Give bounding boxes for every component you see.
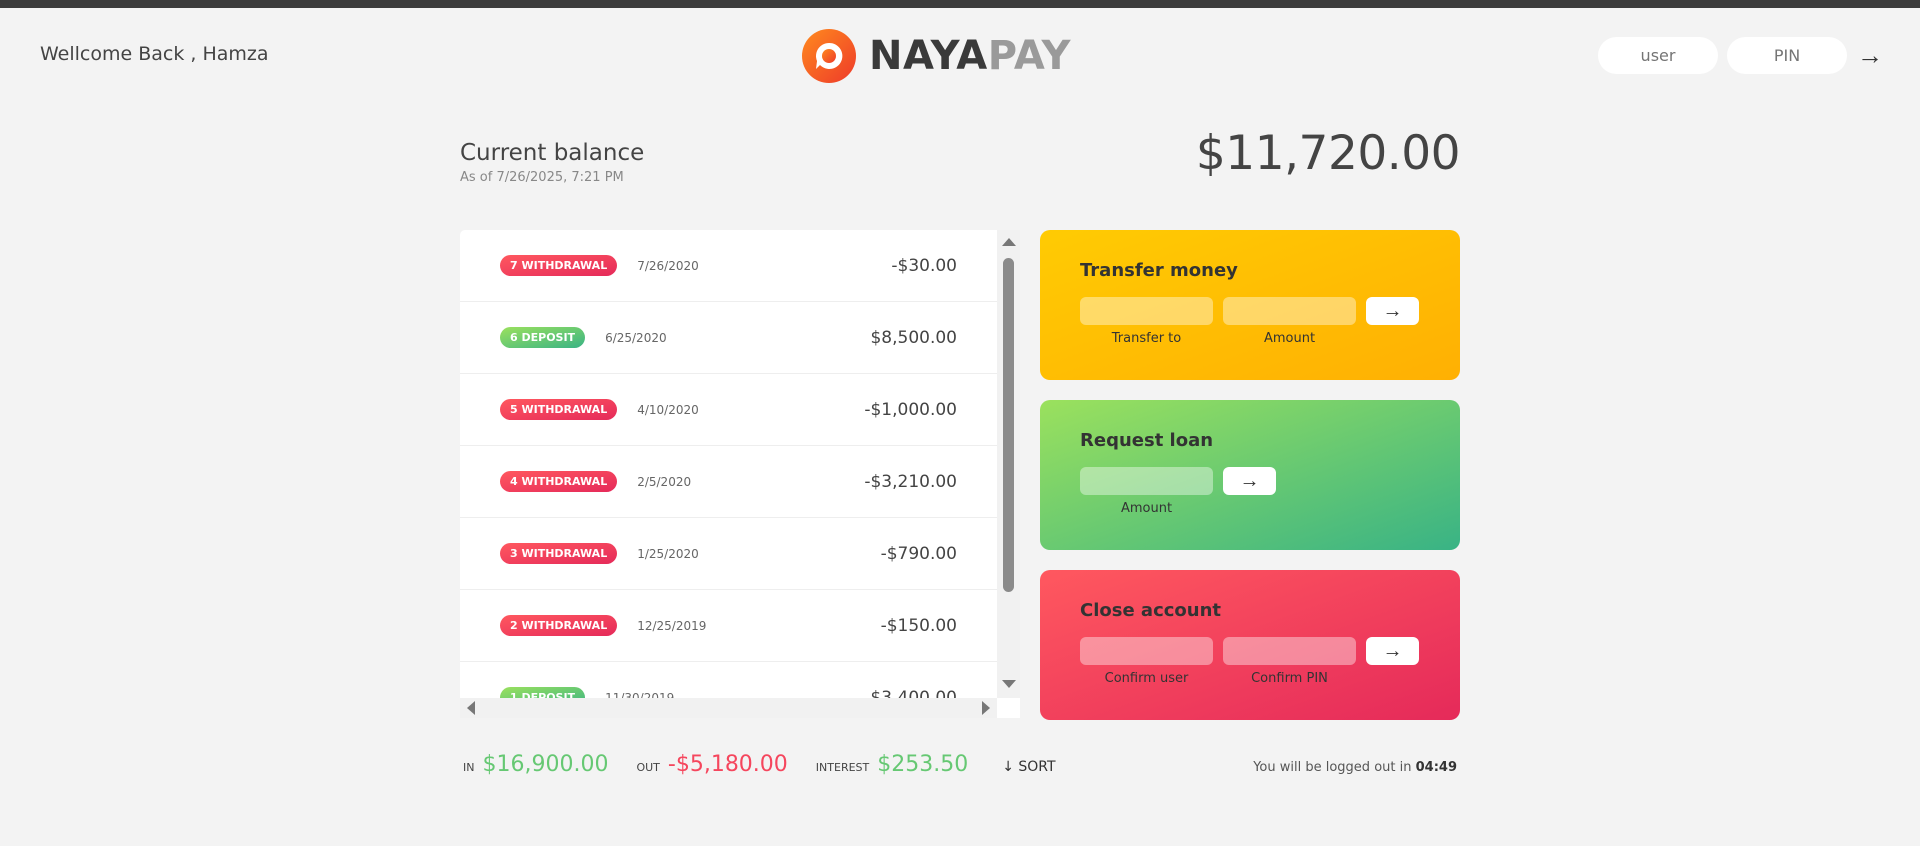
logout-text: You will be logged out in xyxy=(1253,760,1412,775)
movement-date: 4/10/2020 xyxy=(637,402,699,417)
balance-value: $11,720.00 xyxy=(1195,126,1461,181)
welcome-message: Wellcome Back , Hamza xyxy=(40,43,269,65)
logout-countdown: 04:49 xyxy=(1415,760,1457,775)
transfer-card: Transfer money Transfer to Amount → xyxy=(1040,230,1460,380)
transfer-amount-label: Amount xyxy=(1263,331,1316,346)
movement-type-badge: 5 WITHDRAWAL xyxy=(500,399,618,420)
movement-type-badge: 2 WITHDRAWAL xyxy=(500,615,618,636)
horizontal-scrollbar[interactable] xyxy=(460,698,997,718)
login-button[interactable]: → xyxy=(1857,38,1883,72)
close-pin-label: Confirm PIN xyxy=(1251,671,1328,686)
transfer-to-label: Transfer to xyxy=(1111,331,1182,346)
balance-label: Current balance xyxy=(460,140,645,166)
loan-form: Amount → xyxy=(1080,467,1420,516)
movement-date: 6/25/2020 xyxy=(605,330,667,345)
movement-value: -$1,000.00 xyxy=(864,399,957,420)
summary: In $16,900.00 Out -$5,180.00 Interest $2… xyxy=(463,752,1056,777)
loan-card: Request loan Amount → xyxy=(1040,400,1460,550)
transfer-form: Transfer to Amount → xyxy=(1080,297,1420,346)
movement-type-badge: 7 WITHDRAWAL xyxy=(500,255,618,276)
movement-type-badge: 3 WITHDRAWAL xyxy=(500,543,618,564)
scroll-right-arrow-icon[interactable] xyxy=(982,701,990,715)
logo: NAYAPAY xyxy=(801,28,1071,84)
close-form: Confirm user Confirm PIN → xyxy=(1080,637,1420,686)
movement-value: $8,500.00 xyxy=(870,327,957,348)
login-user-input[interactable] xyxy=(1598,37,1718,74)
movement-value: -$150.00 xyxy=(880,615,957,636)
close-card: Close account Confirm user Confirm PIN → xyxy=(1040,570,1460,720)
movement-date: 11/30/2019 xyxy=(605,690,675,699)
scroll-left-arrow-icon[interactable] xyxy=(467,701,475,715)
close-button[interactable]: → xyxy=(1366,637,1419,665)
movement-type-badge: 4 WITHDRAWAL xyxy=(500,471,618,492)
logo-icon xyxy=(802,29,856,83)
movement-row: 5 WITHDRAWAL 4/10/2020 -$1,000.00 xyxy=(460,374,997,446)
movement-value: -$790.00 xyxy=(880,543,957,564)
movements-list: 7 WITHDRAWAL 7/26/2020 -$30.00 6 DEPOSIT 6/2… xyxy=(460,230,997,698)
loan-button[interactable]: → xyxy=(1223,467,1276,495)
movement-date: 7/26/2020 xyxy=(637,258,699,273)
movement-row: 3 WITHDRAWAL 1/25/2020 -$790.00 xyxy=(460,518,997,590)
logout-timer: You will be logged out in 04:49 xyxy=(1253,760,1457,775)
scrollbar-thumb[interactable] xyxy=(1003,258,1014,592)
scroll-up-arrow-icon[interactable] xyxy=(1002,238,1016,246)
transfer-amount-input[interactable] xyxy=(1223,297,1356,325)
top-bar xyxy=(0,0,1920,8)
movement-row: 2 WITHDRAWAL 12/25/2019 -$150.00 xyxy=(460,590,997,662)
movement-value: -$30.00 xyxy=(891,255,957,276)
summary-out-value: -$5,180.00 xyxy=(667,752,788,777)
summary-interest-label: Interest xyxy=(815,761,870,774)
summary-in-value: $16,900.00 xyxy=(482,752,609,777)
loan-title: Request loan xyxy=(1080,430,1214,451)
logo-text: NAYAPAY xyxy=(869,33,1071,79)
movement-type-badge: 6 DEPOSIT xyxy=(500,327,586,348)
movement-row: 6 DEPOSIT 6/25/2020 $8,500.00 xyxy=(460,302,997,374)
loan-amount-label: Amount xyxy=(1120,501,1173,516)
movement-value: $3,400.00 xyxy=(870,687,957,699)
movements-panel: 7 WITHDRAWAL 7/26/2020 -$30.00 6 DEPOSIT 6/2… xyxy=(460,230,1020,718)
summary-interest-value: $253.50 xyxy=(877,752,969,777)
close-title: Close account xyxy=(1080,600,1222,621)
summary-out-label: Out xyxy=(636,761,660,774)
vertical-scrollbar[interactable] xyxy=(997,230,1020,698)
transfer-to-input[interactable] xyxy=(1080,297,1213,325)
movement-row: 4 WITHDRAWAL 2/5/2020 -$3,210.00 xyxy=(460,446,997,518)
sort-button[interactable]: ↓ SORT xyxy=(1002,759,1055,775)
movement-row: 7 WITHDRAWAL 7/26/2020 -$30.00 xyxy=(460,230,997,302)
login-pin-input[interactable] xyxy=(1727,37,1847,74)
balance-date: As of 7/26/2025, 7:21 PM xyxy=(460,170,624,185)
summary-in-label: In xyxy=(463,761,475,774)
scroll-down-arrow-icon[interactable] xyxy=(1002,680,1016,688)
transfer-button[interactable]: → xyxy=(1366,297,1419,325)
movement-row: 1 DEPOSIT 11/30/2019 $3,400.00 xyxy=(460,662,997,698)
loan-amount-input[interactable] xyxy=(1080,467,1213,495)
movement-date: 12/25/2019 xyxy=(637,618,707,633)
close-pin-input[interactable] xyxy=(1223,637,1356,665)
transfer-title: Transfer money xyxy=(1080,260,1238,281)
movement-date: 1/25/2020 xyxy=(637,546,699,561)
close-user-label: Confirm user xyxy=(1104,671,1189,686)
movement-type-badge: 1 DEPOSIT xyxy=(500,687,586,698)
movement-value: -$3,210.00 xyxy=(864,471,957,492)
close-user-input[interactable] xyxy=(1080,637,1213,665)
movement-date: 2/5/2020 xyxy=(637,474,692,489)
